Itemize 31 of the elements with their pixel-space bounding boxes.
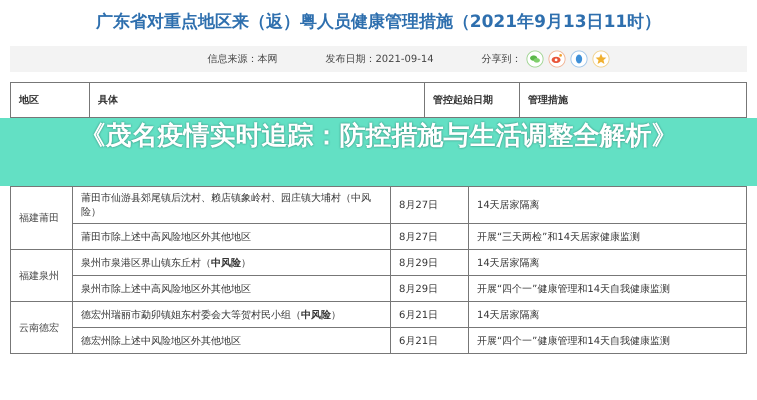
table-cell: 8月27日: [390, 224, 468, 250]
column-header: 地区: [10, 82, 90, 118]
table-cell: 开展“四个一”健康管理和14天自我健康监测: [468, 276, 746, 302]
table-cell: 6月21日: [390, 328, 468, 354]
chat-bubbles-icon[interactable]: [526, 50, 544, 68]
publish-date: 发布日期：2021-09-14: [325, 52, 434, 66]
table-cell: 泉州市除上述中高风险地区外其他地区: [72, 276, 390, 302]
table-cell: 云南德宏: [10, 302, 72, 354]
table-cell: 德宏州除上述中风险地区外其他地区: [72, 328, 390, 354]
table-cell: 6月21日: [390, 302, 468, 328]
source-text: 信息来源：本网: [207, 52, 278, 66]
table-cell: 8月29日: [390, 250, 468, 276]
eye-icon[interactable]: [548, 50, 566, 68]
table-cell: 14天居家隔离: [468, 186, 746, 224]
table-cell: 福建莆田: [10, 186, 72, 250]
table-cell: 莆田市仙游县郊尾镇后沈村、赖店镇象岭村、园庄镇大埔村（中风险）: [72, 186, 390, 224]
share-label: 分享到：: [482, 52, 522, 66]
table-cell: 福建泉州: [10, 250, 72, 302]
table-cell: 8月29日: [390, 276, 468, 302]
table-cell: 14天居家隔离: [468, 250, 746, 276]
column-header: 管理措施: [520, 82, 746, 118]
table-cell: 开展“四个一”健康管理和14天自我健康监测: [468, 328, 746, 354]
table-cell: 14天居家隔离: [468, 302, 746, 328]
table-cell: 莆田市除上述中高风险地区外其他地区: [72, 224, 390, 250]
table-cell: 8月27日: [390, 186, 468, 224]
article-title: 广东省对重点地区来（返）粤人员健康管理措施（2021年9月13日11时）: [94, 11, 662, 34]
table-cell: 德宏州瑞丽市勐卯镇姐东村委会大等贺村民小组（中风险）: [72, 302, 390, 328]
title-banner: 《茂名疫情实时追踪：防控措施与生活调整全解析》: [0, 118, 757, 186]
table-cell: 泉州市泉港区界山镇东丘村（中风险）: [72, 250, 390, 276]
column-header: 具体: [90, 82, 424, 118]
table-cell: 开展“三天两检”和14天居家健康监测: [468, 224, 746, 250]
